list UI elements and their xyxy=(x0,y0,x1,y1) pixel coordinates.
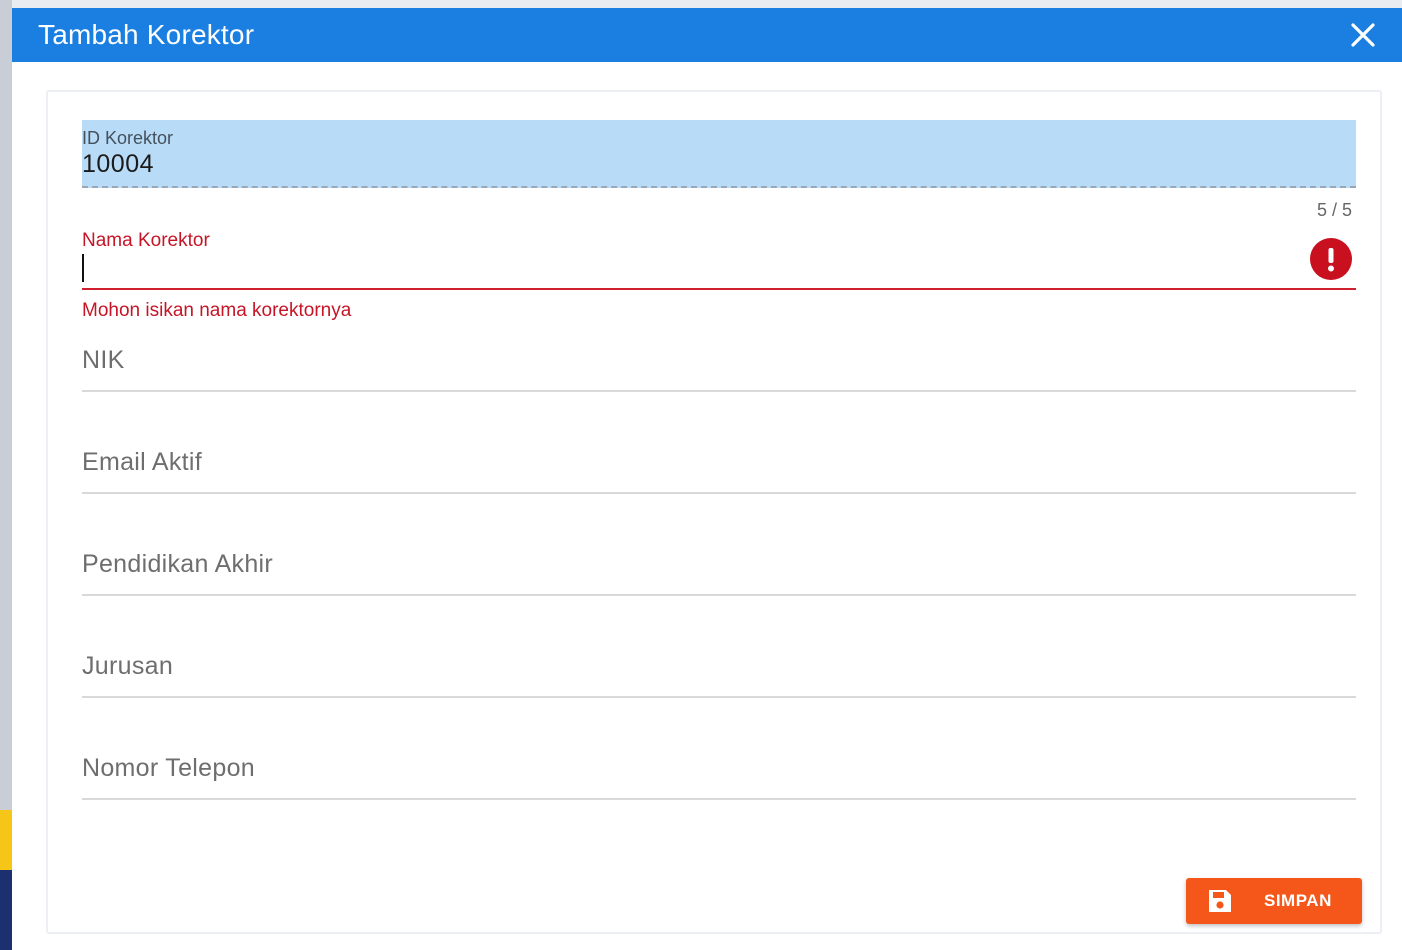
floppy-disk-icon xyxy=(1209,890,1231,912)
pendidikan-akhir-label: Pendidikan Akhir xyxy=(82,550,274,578)
form-card: ID Korektor 10004 5 / 5 Nama Korektor Mo… xyxy=(46,90,1382,934)
email-aktif-field[interactable]: Email Aktif xyxy=(82,434,1356,494)
background-accent xyxy=(0,810,12,870)
nama-korektor-error-message: Mohon isikan nama korektornya xyxy=(82,300,352,321)
jurusan-label: Jurusan xyxy=(82,652,174,680)
background-accent xyxy=(0,870,12,950)
id-korektor-label: ID Korektor xyxy=(82,128,174,148)
nomor-telepon-field[interactable]: Nomor Telepon xyxy=(82,740,1356,800)
nik-field[interactable]: NIK xyxy=(82,332,1356,392)
save-button[interactable]: SIMPAN xyxy=(1186,878,1362,924)
id-korektor-value: 10004 xyxy=(82,150,155,178)
nomor-telepon-label: Nomor Telepon xyxy=(82,754,255,782)
save-button-label: SIMPAN xyxy=(1264,891,1332,910)
add-corrector-dialog: Tambah Korektor ID Korektor 10004 5 / 5 … xyxy=(12,8,1402,950)
email-aktif-label: Email Aktif xyxy=(82,448,202,476)
nik-label: NIK xyxy=(82,346,125,374)
nama-korektor-label: Nama Korektor xyxy=(82,230,210,251)
character-counter: 5 / 5 xyxy=(1316,200,1352,220)
close-button[interactable] xyxy=(1348,20,1378,50)
id-korektor-field[interactable]: ID Korektor 10004 xyxy=(82,120,1356,188)
background-page-edge xyxy=(0,0,12,950)
exclamation-circle-icon xyxy=(1310,238,1352,280)
dialog-header: Tambah Korektor xyxy=(12,8,1402,62)
pendidikan-akhir-field[interactable]: Pendidikan Akhir xyxy=(82,536,1356,596)
dialog-title: Tambah Korektor xyxy=(38,19,255,50)
nama-korektor-field[interactable]: Nama Korektor xyxy=(82,226,1356,290)
text-cursor xyxy=(82,254,84,282)
jurusan-field[interactable]: Jurusan xyxy=(82,638,1356,698)
close-icon xyxy=(1351,23,1375,47)
